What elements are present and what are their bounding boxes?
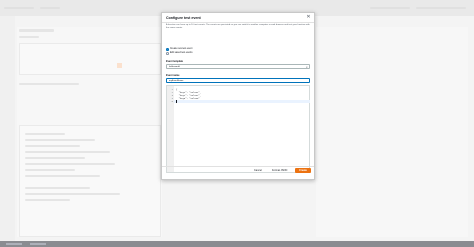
- line-number: 5: [171, 100, 173, 103]
- event-name-value: myEventName: [169, 80, 184, 82]
- radio-create-new[interactable]: [166, 48, 169, 51]
- event-template-select[interactable]: hello-world ▾: [166, 64, 310, 69]
- radio-edit-saved-label: Edit saved test events: [170, 52, 193, 54]
- radio-edit-saved[interactable]: [166, 52, 169, 55]
- event-json-editor[interactable]: 1 2 3 4 5 { "key1": "value1", "key2": "v…: [166, 85, 310, 173]
- code-line: "key3": "value3": [176, 97, 200, 100]
- text-cursor: [176, 100, 177, 103]
- radio-create-new-label: Create new test event: [170, 48, 193, 50]
- cancel-button[interactable]: Cancel: [254, 169, 262, 172]
- close-icon[interactable]: ✕: [306, 15, 311, 20]
- create-button[interactable]: Create: [295, 168, 311, 173]
- chevron-down-icon: ▾: [306, 65, 308, 69]
- event-template-label: Event template: [166, 60, 184, 63]
- header-divider: [162, 22, 314, 23]
- event-name-label: Event name: [166, 74, 180, 77]
- current-line-highlight: [174, 100, 310, 103]
- footer-divider: [162, 166, 314, 167]
- event-name-input[interactable]: myEventName: [166, 78, 310, 83]
- modal-description: A function can have up to 10 test events…: [166, 24, 310, 29]
- configure-test-event-modal: Configure test event ✕ A function can ha…: [161, 12, 315, 180]
- modal-title: Configure test event: [166, 16, 201, 20]
- event-template-value: hello-world: [169, 66, 180, 68]
- format-json-button[interactable]: Format JSON: [272, 169, 287, 172]
